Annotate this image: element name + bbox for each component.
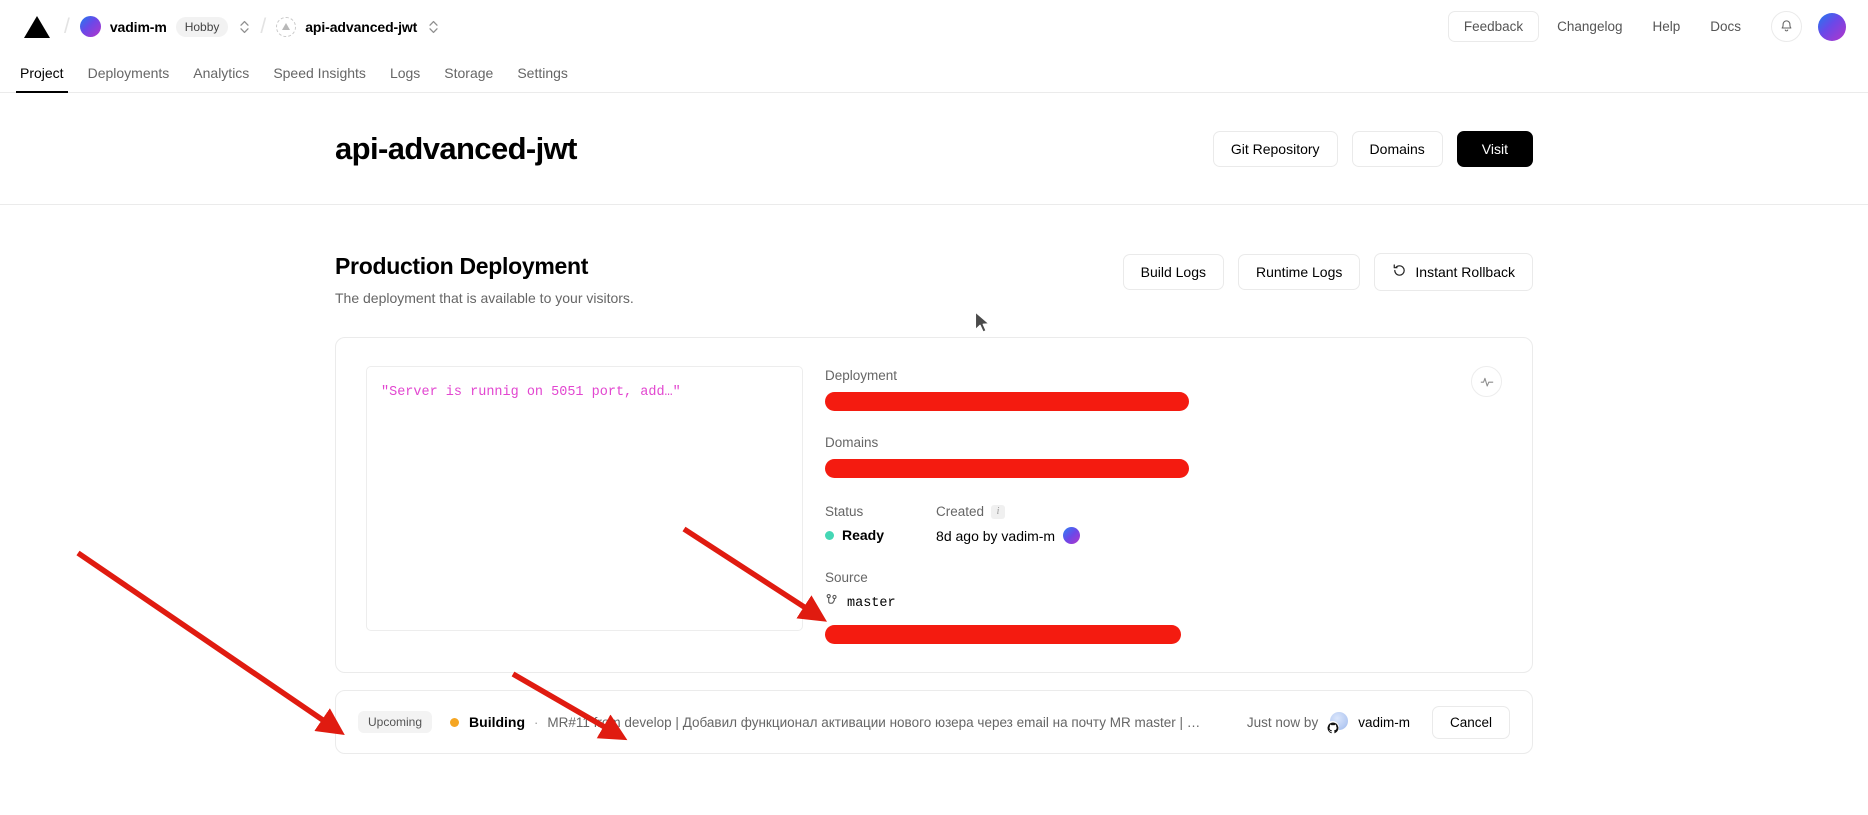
project-title-bar: api-advanced-jwt Git Repository Domains … bbox=[0, 93, 1868, 205]
created-value: 8d ago by vadim-m bbox=[936, 527, 1056, 544]
status-dot-icon bbox=[825, 530, 834, 540]
page-title: api-advanced-jwt bbox=[335, 130, 578, 166]
breadcrumb-separator-2: / bbox=[260, 14, 267, 38]
domains-label: Domains bbox=[825, 435, 879, 450]
github-avatar-icon bbox=[1326, 712, 1349, 734]
deployment-meta: Status Ready Created i 8d ago by vadim-m bbox=[825, 504, 1502, 544]
source-branch-name: master bbox=[847, 595, 896, 611]
tab-speed-insights[interactable]: Speed Insights bbox=[261, 66, 378, 92]
project-nav-tabs: Project Deployments Analytics Speed Insi… bbox=[0, 53, 1868, 93]
header-right-actions: Feedback Changelog Help Docs bbox=[1447, 0, 1846, 53]
chevron-up-down-icon[interactable] bbox=[239, 19, 250, 35]
app-root: / vadim-m Hobby / api-advanced-jwt Feedb… bbox=[0, 0, 1868, 815]
runtime-logs-button[interactable]: Runtime Logs bbox=[1238, 254, 1361, 290]
cancel-button[interactable]: Cancel bbox=[1431, 705, 1510, 739]
upcoming-commit-message[interactable]: MR#11 from develop | Добавил функционал … bbox=[547, 715, 1200, 730]
plan-badge: Hobby bbox=[175, 16, 229, 37]
tab-analytics[interactable]: Analytics bbox=[181, 66, 261, 92]
tab-logs[interactable]: Logs bbox=[378, 66, 432, 92]
build-logs-button[interactable]: Build Logs bbox=[1122, 254, 1224, 290]
deployment-preview-text: "Server is runnig on 5051 port, add…" bbox=[381, 385, 681, 400]
upcoming-time: Just now by bbox=[1246, 714, 1319, 730]
team-name: vadim-m bbox=[109, 18, 167, 35]
source-block: Source master bbox=[825, 570, 1502, 644]
status-value-row: Ready bbox=[825, 527, 884, 543]
domains-value-redacted bbox=[825, 459, 1189, 478]
visit-button[interactable]: Visit bbox=[1456, 130, 1533, 167]
vercel-triangle-logo[interactable] bbox=[24, 15, 50, 38]
building-status-dot-icon bbox=[450, 717, 460, 727]
breadcrumb-project[interactable]: api-advanced-jwt bbox=[276, 16, 439, 37]
section-title: Production Deployment bbox=[335, 253, 589, 279]
chevron-up-down-icon-project[interactable] bbox=[428, 19, 439, 35]
help-link[interactable]: Help bbox=[1652, 19, 1680, 34]
upcoming-author-name: vadim-m bbox=[1358, 714, 1410, 730]
deployment-details: Deployment Domains Status Ready Created … bbox=[825, 366, 1502, 644]
production-deployment-card: "Server is runnig on 5051 port, add…" De… bbox=[335, 337, 1533, 673]
upcoming-badge: Upcoming bbox=[358, 711, 433, 733]
domains-button[interactable]: Domains bbox=[1351, 130, 1443, 167]
status-label: Status bbox=[825, 504, 864, 519]
upcoming-separator: · bbox=[534, 714, 539, 730]
tab-storage[interactable]: Storage bbox=[432, 66, 505, 92]
source-branch-row[interactable]: master bbox=[825, 593, 1502, 613]
project-name: api-advanced-jwt bbox=[305, 18, 418, 35]
upcoming-deployment-row: Upcoming Building · MR#11 from develop |… bbox=[335, 690, 1533, 754]
deployment-url-redacted bbox=[825, 392, 1189, 411]
section-subtitle: The deployment that is available to your… bbox=[335, 290, 634, 306]
deployment-url-label: Deployment bbox=[825, 368, 898, 383]
user-avatar[interactable] bbox=[1818, 12, 1846, 41]
section-actions: Build Logs Runtime Logs Instant Rollback bbox=[1122, 253, 1533, 291]
instant-rollback-label: Instant Rollback bbox=[1415, 264, 1515, 280]
breadcrumb-separator-1: / bbox=[64, 14, 70, 38]
git-branch-icon bbox=[825, 593, 838, 613]
source-label: Source bbox=[825, 570, 868, 585]
status-value: Ready bbox=[842, 527, 885, 543]
building-status-label: Building bbox=[469, 714, 526, 730]
section-header: Production Deployment The deployment tha… bbox=[335, 253, 1533, 306]
created-by-avatar bbox=[1063, 527, 1081, 544]
git-repository-button[interactable]: Git Repository bbox=[1212, 130, 1338, 167]
created-label-row: Created i bbox=[936, 504, 1080, 519]
rollback-icon bbox=[1392, 263, 1407, 281]
team-avatar bbox=[79, 16, 101, 37]
tab-deployments[interactable]: Deployments bbox=[76, 66, 182, 92]
instant-rollback-button[interactable]: Instant Rollback bbox=[1374, 253, 1533, 291]
status-block: Status Ready bbox=[825, 504, 884, 544]
project-actions: Git Repository Domains Visit bbox=[1212, 130, 1533, 167]
feedback-button[interactable]: Feedback bbox=[1447, 11, 1540, 42]
tab-settings[interactable]: Settings bbox=[505, 66, 580, 92]
created-label: Created bbox=[936, 504, 985, 519]
tab-project[interactable]: Project bbox=[8, 66, 76, 93]
upcoming-right-side: Just now by vadim-m Cancel bbox=[1246, 705, 1510, 739]
activity-pulse-icon[interactable] bbox=[1471, 366, 1502, 397]
info-icon[interactable]: i bbox=[991, 504, 1006, 519]
changelog-link[interactable]: Changelog bbox=[1557, 19, 1622, 34]
docs-link[interactable]: Docs bbox=[1710, 19, 1741, 34]
top-header-bar: / vadim-m Hobby / api-advanced-jwt Feedb… bbox=[0, 0, 1868, 53]
breadcrumb-team[interactable]: vadim-m Hobby bbox=[79, 16, 251, 37]
created-value-row: 8d ago by vadim-m bbox=[936, 527, 1081, 544]
created-block: Created i 8d ago by vadim-m bbox=[936, 504, 1081, 544]
production-deployment-section: Production Deployment The deployment tha… bbox=[335, 205, 1533, 754]
bell-icon[interactable] bbox=[1771, 11, 1802, 42]
source-commit-redacted bbox=[825, 625, 1181, 644]
project-triangle-icon bbox=[276, 16, 297, 37]
arrow-to-upcoming-row bbox=[76, 550, 345, 736]
deployment-preview[interactable]: "Server is runnig on 5051 port, add…" bbox=[366, 366, 803, 631]
